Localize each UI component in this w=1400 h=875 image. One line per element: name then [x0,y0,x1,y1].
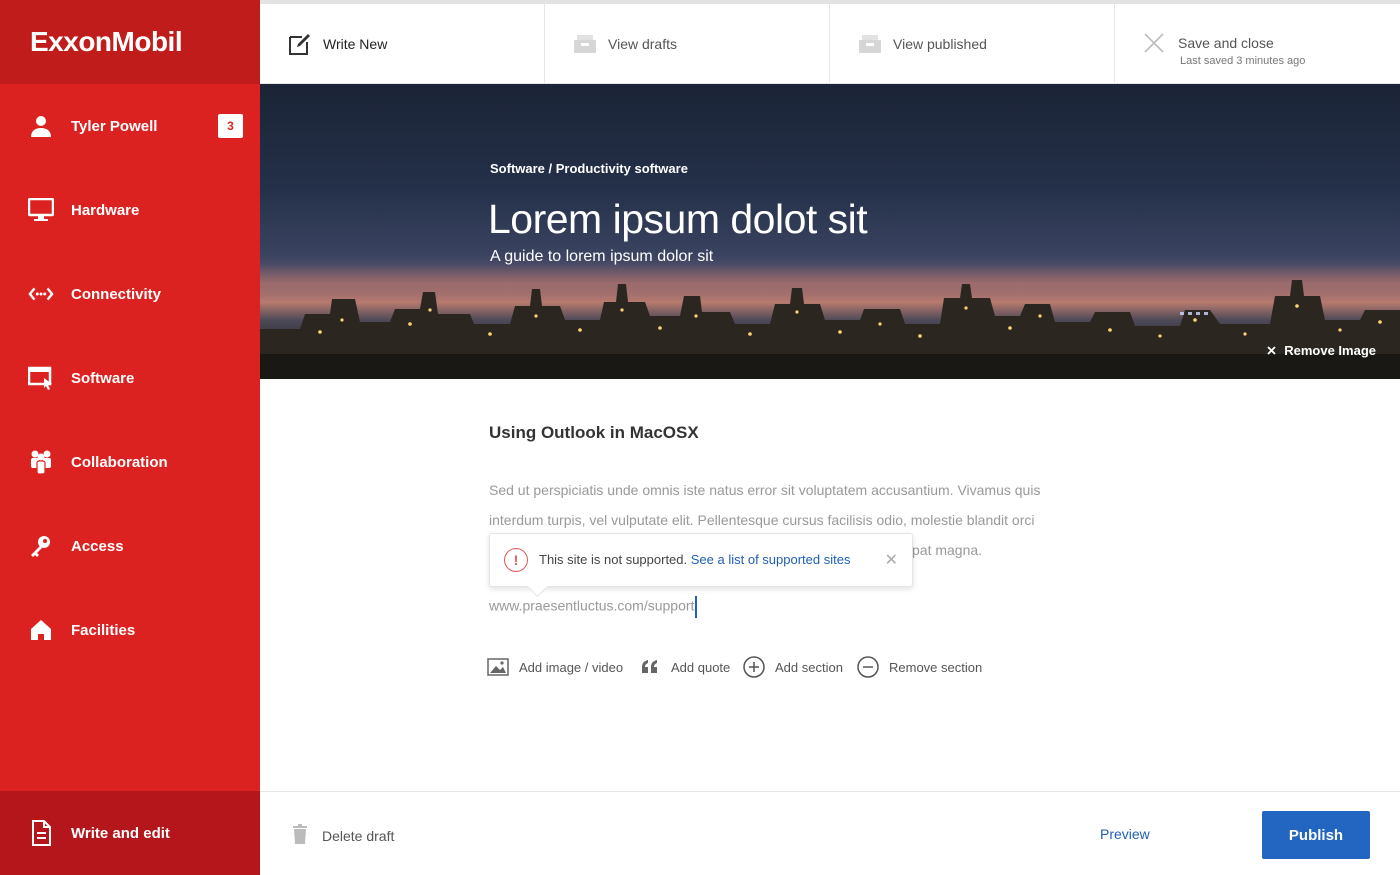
warning-icon: ! [504,548,528,572]
article-subtitle[interactable]: A guide to lorem ipsum dolor sit [490,248,713,266]
people-icon [28,449,54,475]
save-and-close-label: Save and close [1178,35,1274,51]
sidebar-item-write-and-edit[interactable]: Write and edit [0,791,260,875]
unsupported-site-tooltip: ! This site is not supported. See a list… [489,533,913,587]
sidebar-item-label: Collaboration [71,453,168,471]
section-title[interactable]: Using Outlook in MacOSX [489,423,699,443]
body-line: interdum turpis, vel vulputate elit. Pel… [489,512,1035,528]
notification-badge[interactable]: 3 [218,114,243,138]
logo-area: ExxonMobil [0,0,260,84]
close-icon [1267,343,1276,358]
supported-sites-link[interactable]: See a list of supported sites [691,552,851,567]
sidebar-item-access[interactable]: Access [0,504,260,588]
document-icon [28,820,54,846]
sidebar-item-active[interactable]: Write and edit [0,791,260,875]
sidebar-item-label: Tyler Powell [71,117,158,135]
sidebar-item-label: Software [71,369,135,387]
add-quote-label: Add quote [671,659,731,675]
minus-circle-icon [857,656,879,678]
key-icon [28,533,54,559]
url-input-value: www.praesentluctus.com/support [489,597,695,614]
top-toolbar: Write New View drafts View published Sav… [260,0,1400,84]
add-quote-button[interactable]: Add quote [639,653,730,681]
save-and-close-button[interactable]: Save and close Last saved 3 minutes ago [1115,4,1400,84]
connectivity-icon [28,281,54,307]
tab-view-drafts[interactable]: View drafts [545,4,830,84]
delete-draft-label: Delete draft [322,827,395,844]
sidebar-item-software[interactable]: Software [0,336,260,420]
inbox-tray-icon [573,32,597,56]
remove-section-button[interactable]: Remove section [857,653,982,681]
tab-write-new[interactable]: Write New [260,4,545,84]
sidebar-item-label: Facilities [71,621,136,639]
tab-label: View drafts [608,36,677,52]
plus-circle-icon [743,656,765,678]
sidebar-item-hardware[interactable]: Hardware [0,168,260,252]
quote-icon [639,656,661,678]
publish-button[interactable]: Publish [1262,811,1370,859]
tab-label: View published [893,36,987,52]
remove-image-button[interactable]: Remove Image [1267,343,1376,358]
remove-section-label: Remove section [889,659,983,675]
home-icon [28,617,54,643]
user-icon [28,113,54,139]
add-section-label: Add section [775,659,843,675]
body-line: Sed ut perspiciatis unde omnis iste natu… [489,482,1041,498]
sidebar-item-connectivity[interactable]: Connectivity [0,252,260,336]
close-icon[interactable]: ✕ [885,550,898,570]
hero-banner-image: Software / Productivity software Lorem i… [260,84,1400,379]
url-embed-input[interactable]: www.praesentluctus.com/support [489,596,698,618]
close-icon [1143,32,1167,56]
tooltip-message: This site is not supported. [539,552,688,567]
remove-image-label: Remove Image [1284,343,1376,358]
sidebar: ExxonMobil Tyler Powell 3 Hardware Conne… [0,0,260,875]
sidebar-item-label: Hardware [71,201,140,219]
tab-view-published[interactable]: View published [830,4,1115,84]
add-image-video-button[interactable]: Add image / video [487,653,623,681]
trash-icon [292,824,308,847]
add-image-label: Add image / video [519,659,624,675]
tab-label: Write New [323,36,388,52]
sidebar-item-profile[interactable]: Tyler Powell 3 [0,84,260,168]
text-cursor [695,596,698,618]
exxonmobil-logo[interactable]: ExxonMobil [30,26,183,58]
sidebar-item-label: Access [71,537,124,555]
sidebar-item-collaboration[interactable]: Collaboration [0,420,260,504]
inbox-tray-icon [858,32,882,56]
article-title[interactable]: Lorem ipsum dolot sit [488,196,868,243]
footer-bar: Delete draft Preview Publish [260,791,1400,875]
sidebar-item-label: Connectivity [71,285,162,303]
edit-icon [288,32,312,56]
sidebar-item-facilities[interactable]: Facilities [0,588,260,672]
last-saved-status: Last saved 3 minutes ago [1180,55,1306,67]
tooltip-text: This site is not supported. See a list o… [539,552,850,567]
software-window-icon [28,365,54,391]
preview-link[interactable]: Preview [1100,826,1150,842]
breadcrumb[interactable]: Software / Productivity software [490,161,688,176]
delete-draft-button[interactable]: Delete draft [292,824,394,847]
image-icon [487,656,509,678]
add-section-button[interactable]: Add section [743,653,843,681]
monitor-icon [28,197,54,223]
sidebar-item-label: Write and edit [71,824,170,842]
